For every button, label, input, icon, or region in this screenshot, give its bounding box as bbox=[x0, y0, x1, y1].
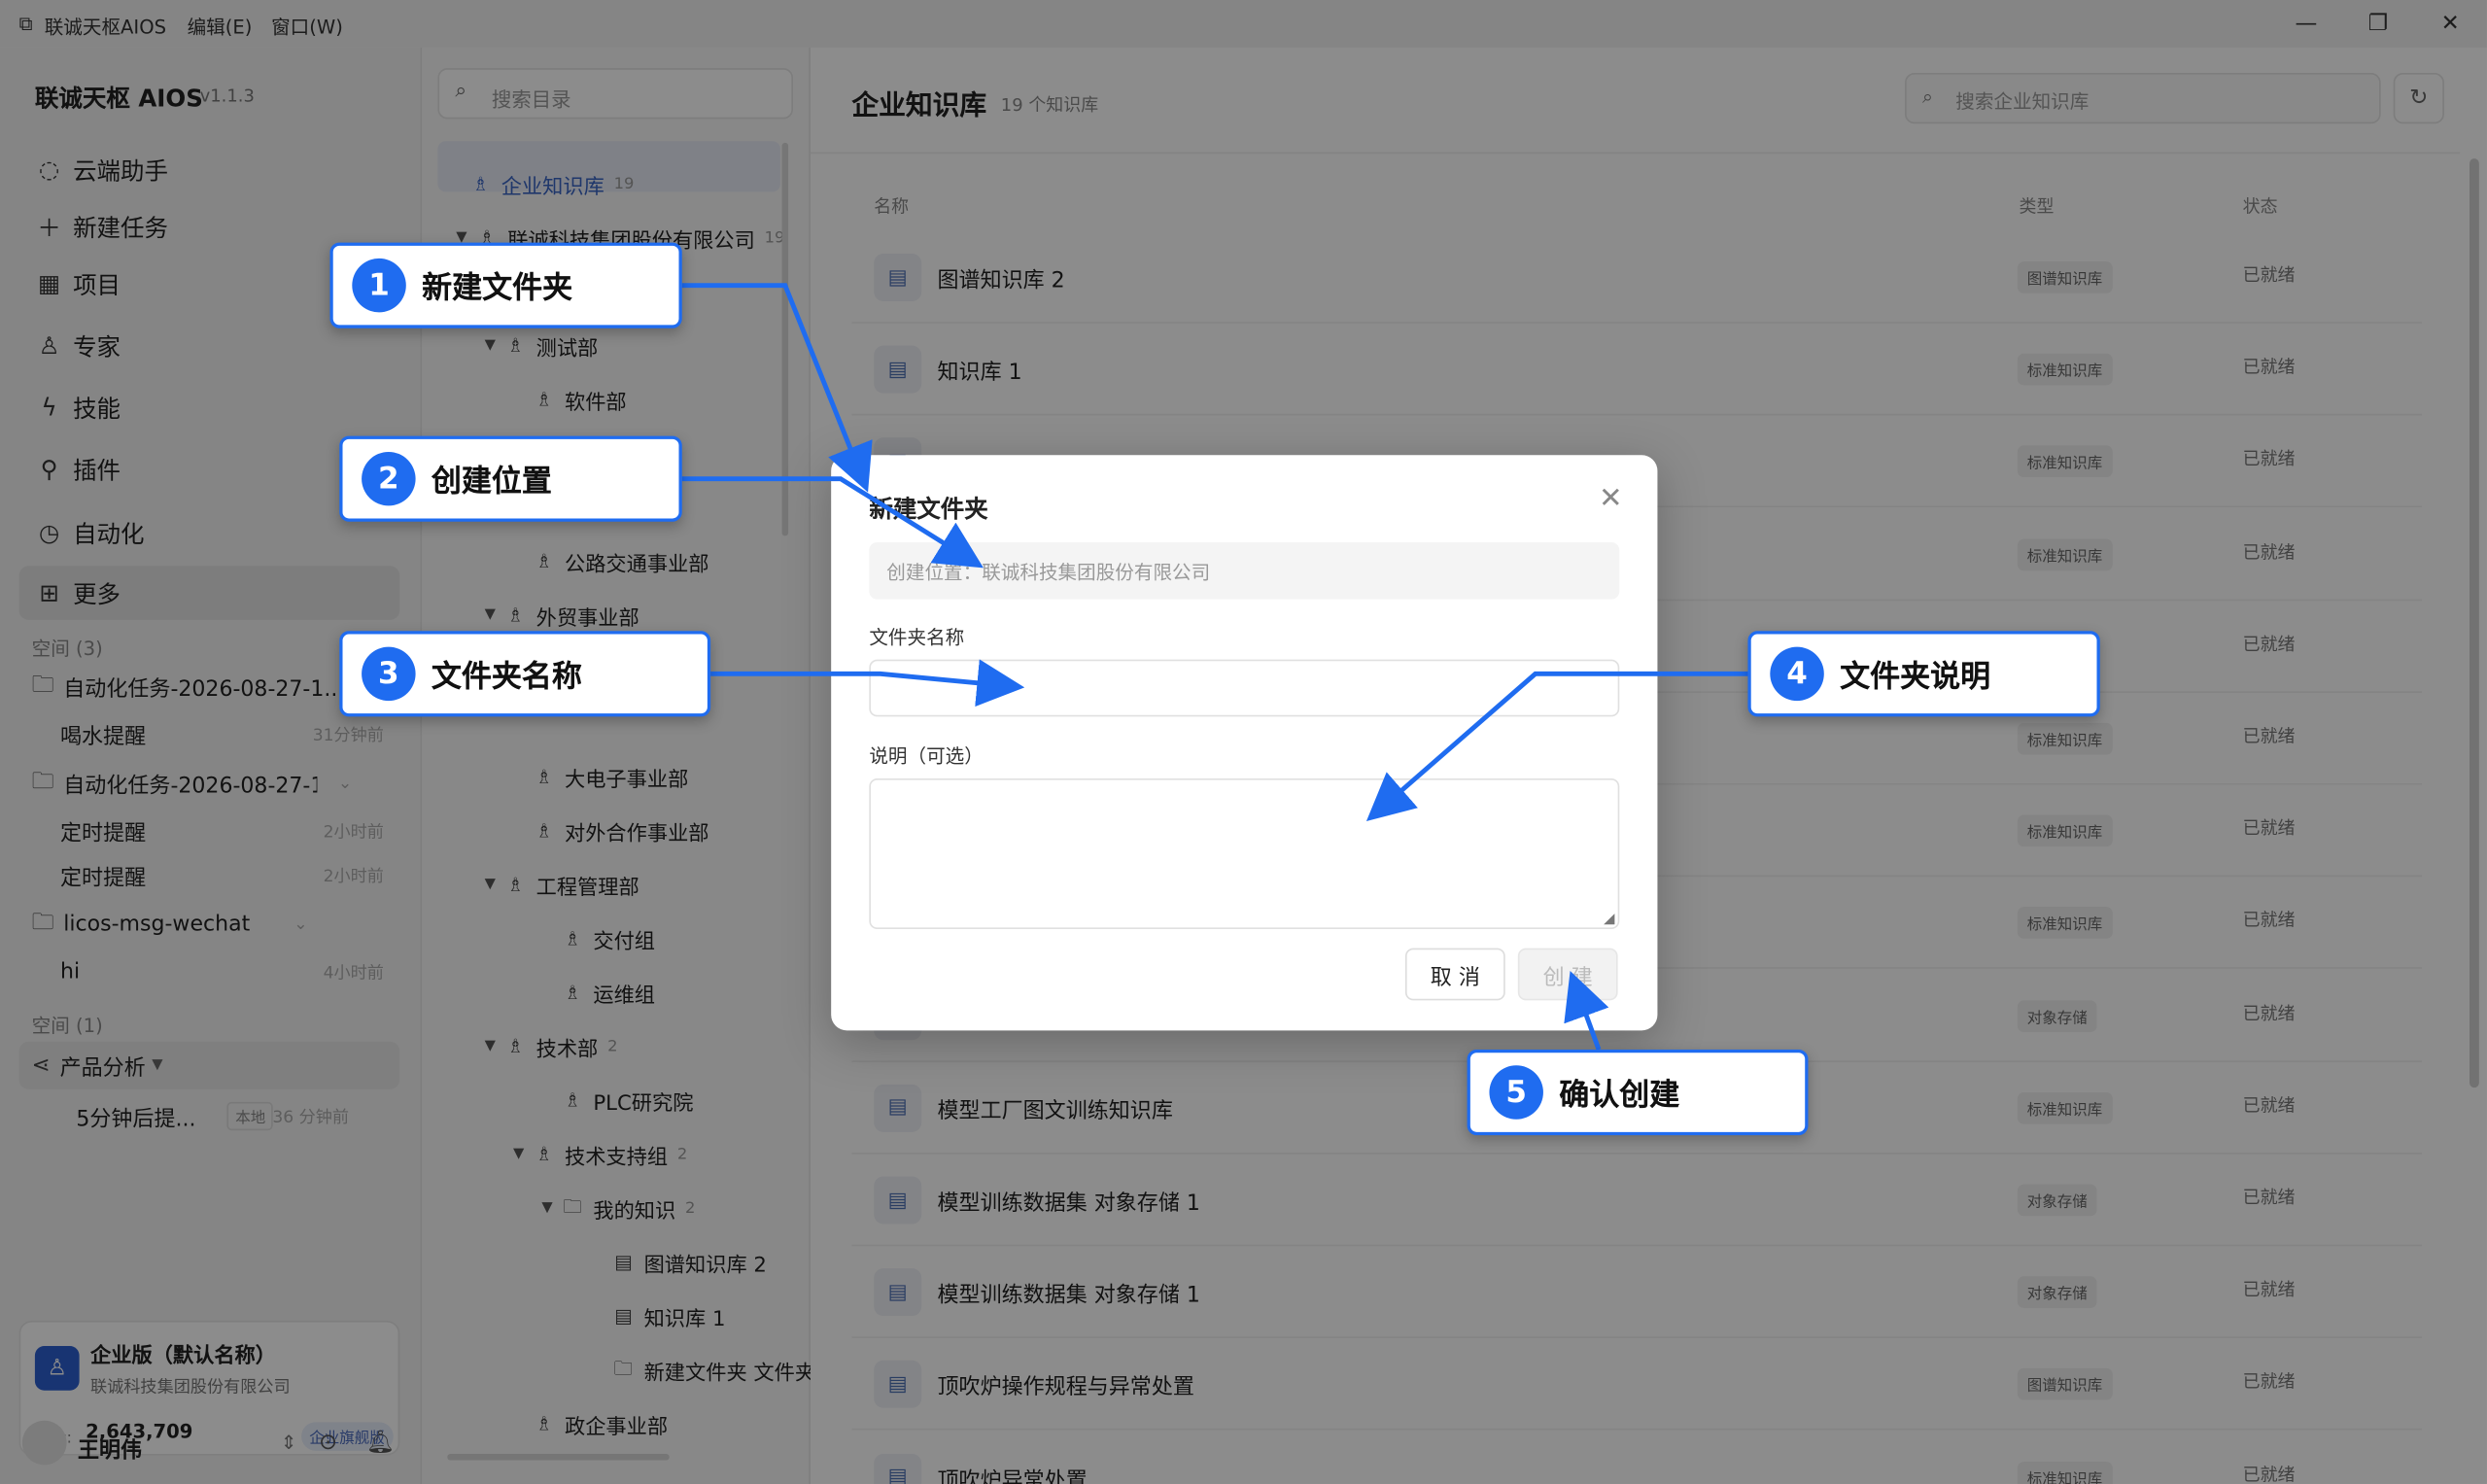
callout-3: 3 文件夹名称 bbox=[339, 631, 711, 717]
callout-1: 1 新建文件夹 bbox=[329, 242, 682, 328]
arrow-1 bbox=[681, 283, 873, 493]
callout-text: 文件夹名称 bbox=[431, 658, 582, 694]
annotation-arrows bbox=[681, 283, 1748, 1051]
callout-number: 5 bbox=[1489, 1065, 1543, 1120]
callout-text: 新建文件夹 bbox=[422, 270, 573, 306]
callout-5: 5 确认创建 bbox=[1467, 1049, 1809, 1136]
callout-number: 4 bbox=[1770, 646, 1824, 702]
callout-number: 3 bbox=[362, 646, 416, 702]
callout-text: 文件夹说明 bbox=[1840, 658, 1991, 694]
callout-2: 2 创建位置 bbox=[339, 435, 682, 522]
arrow-4 bbox=[1365, 671, 1748, 821]
callout-number: 2 bbox=[362, 451, 416, 506]
callout-text: 创建位置 bbox=[431, 464, 552, 500]
arrow-3 bbox=[710, 659, 1025, 707]
callout-text: 确认创建 bbox=[1559, 1077, 1680, 1113]
arrow-5 bbox=[1564, 971, 1609, 1051]
callout-number: 1 bbox=[352, 258, 406, 313]
arrow-2 bbox=[681, 476, 984, 569]
callout-4: 4 文件夹说明 bbox=[1747, 631, 2100, 717]
